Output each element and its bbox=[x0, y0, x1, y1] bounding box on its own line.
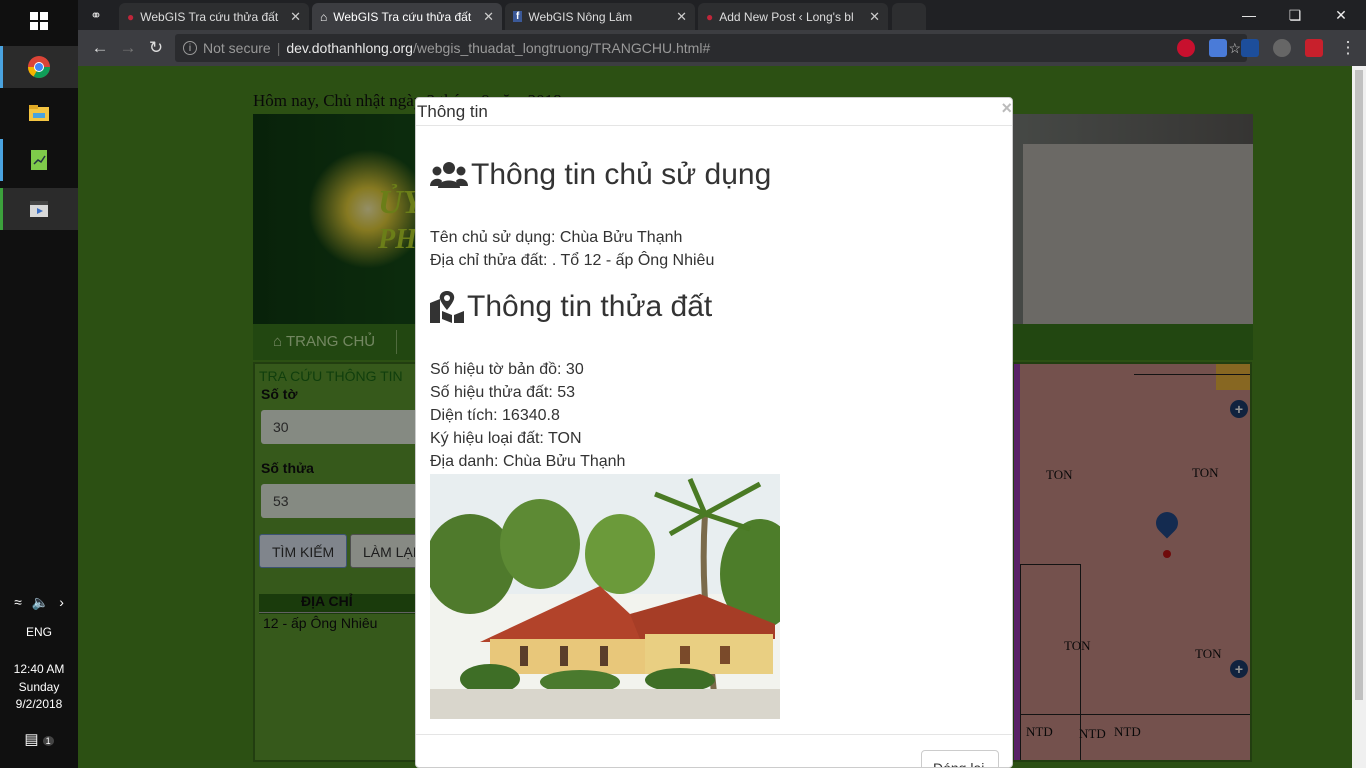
place-name: Địa danh: Chùa Bửu Thạnh bbox=[430, 453, 626, 470]
owner-name: Tên chủ sử dụng: Chùa Bửu Thạnh bbox=[430, 229, 683, 246]
modal-title: Thông tin bbox=[417, 102, 488, 121]
browser-tabstrip: ⚭ ● WebGIS Tra cứu thửa đất ✕ ⌂ WebGIS T… bbox=[78, 0, 1366, 30]
menu-kebab-icon[interactable]: ⋮ bbox=[1336, 36, 1360, 60]
users-icon bbox=[430, 162, 468, 188]
notification-count: 1 bbox=[42, 736, 54, 746]
temple-photo bbox=[430, 474, 780, 719]
close-tab-icon[interactable]: ✕ bbox=[676, 9, 687, 25]
address-bar[interactable]: i Not secure | dev.dothanhlong.org/webgi… bbox=[175, 34, 1247, 62]
clock-time[interactable]: 12:40 AM bbox=[0, 662, 78, 676]
notepad-icon bbox=[31, 150, 47, 170]
taskbar-movie-maker[interactable] bbox=[0, 188, 78, 230]
info-icon[interactable]: i bbox=[183, 41, 197, 55]
tab-webgis-2[interactable]: ⌂ WebGIS Tra cứu thửa đất ✕ bbox=[312, 3, 502, 30]
m-extension-icon[interactable] bbox=[1305, 39, 1323, 57]
j-extension-icon[interactable] bbox=[1241, 39, 1259, 57]
map-marked-icon bbox=[430, 291, 464, 323]
tab-webgis-1[interactable]: ● WebGIS Tra cứu thửa đất ✕ bbox=[119, 3, 309, 30]
bulb-extension-icon[interactable] bbox=[1273, 39, 1291, 57]
maximize-icon[interactable]: ❏ bbox=[1272, 0, 1318, 30]
parcel-heading-text: Thông tin thửa đất bbox=[467, 290, 713, 323]
system-tray-icons: ≈ 🔈 › bbox=[0, 594, 78, 611]
windows-taskbar: ≈ 🔈 › ENG 12:40 AM Sunday 9/2/2018 ▤ 1 bbox=[0, 0, 78, 768]
new-tab-button[interactable] bbox=[892, 3, 926, 30]
modal-header: Thông tin × bbox=[416, 98, 1012, 126]
parcel-heading: Thông tin thửa đất bbox=[430, 290, 712, 324]
movie-maker-icon bbox=[30, 201, 48, 217]
taskbar-chrome[interactable] bbox=[0, 46, 78, 88]
clock-date[interactable]: 9/2/2018 bbox=[0, 697, 78, 711]
back-icon[interactable]: ← bbox=[88, 36, 112, 60]
close-window-icon[interactable]: ✕ bbox=[1318, 0, 1364, 30]
close-button[interactable]: Đóng lại bbox=[921, 750, 999, 767]
folder-icon bbox=[29, 105, 49, 121]
wifi-icon[interactable]: ≈ bbox=[14, 594, 22, 611]
close-tab-icon[interactable]: ✕ bbox=[483, 9, 494, 25]
opera-extension-icon[interactable] bbox=[1177, 39, 1195, 57]
tab-webgis-nong-lam[interactable]: f WebGIS Nông Lâm ✕ bbox=[505, 3, 695, 30]
raspberry-favicon-icon: ● bbox=[706, 9, 714, 24]
sheet-number: Số hiệu tờ bản đồ: 30 bbox=[430, 361, 584, 378]
owner-heading-text: Thông tin chủ sử dụng bbox=[471, 158, 772, 191]
parcel-number: Số hiệu thửa đất: 53 bbox=[430, 384, 576, 401]
volume-icon[interactable]: 🔈 bbox=[32, 594, 49, 611]
language-indicator[interactable]: ENG bbox=[0, 625, 78, 639]
windows-logo-icon bbox=[30, 12, 48, 30]
reload-icon[interactable]: ↻ bbox=[144, 36, 168, 60]
chrome-icon bbox=[28, 56, 50, 78]
tab-title: Add New Post ‹ Long's bl bbox=[719, 9, 854, 24]
area: Diện tích: 16340.8 bbox=[430, 407, 560, 424]
forward-icon[interactable]: → bbox=[116, 36, 140, 60]
owner-address: Địa chỉ thửa đất: . Tổ 12 - ấp Ông Nhiêu bbox=[430, 252, 715, 269]
facebook-favicon-icon: f bbox=[513, 11, 523, 22]
incognito-icon: ⚭ bbox=[90, 6, 102, 23]
browser-toolbar: ← → ↻ i Not secure | dev.dothanhlong.org… bbox=[78, 30, 1366, 66]
start-button[interactable] bbox=[0, 0, 78, 42]
action-center-button[interactable]: ▤ 1 bbox=[0, 730, 78, 748]
close-icon[interactable]: × bbox=[1001, 98, 1012, 119]
page-scrollbar[interactable] bbox=[1352, 66, 1366, 768]
tab-title: WebGIS Nông Lâm bbox=[528, 9, 633, 24]
url-path: /webgis_thuadat_longtruong/TRANGCHU.html… bbox=[412, 40, 711, 56]
translate-extension-icon[interactable] bbox=[1209, 39, 1227, 57]
url-divider: | bbox=[276, 40, 281, 56]
chevron-right-icon[interactable]: › bbox=[59, 594, 64, 611]
modal-footer: Đóng lại bbox=[416, 734, 1012, 767]
raspberry-favicon-icon: ● bbox=[127, 9, 135, 24]
info-modal: Thông tin × Thông tin chủ sử dụng Tên ch… bbox=[415, 97, 1013, 768]
taskbar-notepad[interactable] bbox=[0, 139, 78, 181]
home-favicon-icon: ⌂ bbox=[320, 9, 328, 24]
security-label: Not secure bbox=[203, 40, 271, 56]
minimize-icon[interactable]: — bbox=[1226, 0, 1272, 30]
notification-icon: ▤ bbox=[24, 731, 39, 748]
bookmark-star-icon[interactable]: ☆ bbox=[1228, 40, 1241, 57]
url-host: dev.dothanhlong.org bbox=[286, 40, 413, 56]
tab-add-new-post[interactable]: ● Add New Post ‹ Long's bl ✕ bbox=[698, 3, 888, 30]
tab-title: WebGIS Tra cứu thửa đất bbox=[140, 9, 279, 24]
owner-heading: Thông tin chủ sử dụng bbox=[430, 158, 771, 192]
clock-day[interactable]: Sunday bbox=[0, 680, 78, 694]
close-tab-icon[interactable]: ✕ bbox=[869, 9, 880, 25]
tab-title: WebGIS Tra cứu thửa đất bbox=[333, 9, 472, 24]
taskbar-file-explorer[interactable] bbox=[0, 92, 78, 134]
close-tab-icon[interactable]: ✕ bbox=[290, 9, 301, 25]
land-type: Ký hiệu loại đất: TON bbox=[430, 430, 582, 447]
scrollbar-thumb[interactable] bbox=[1355, 70, 1363, 700]
